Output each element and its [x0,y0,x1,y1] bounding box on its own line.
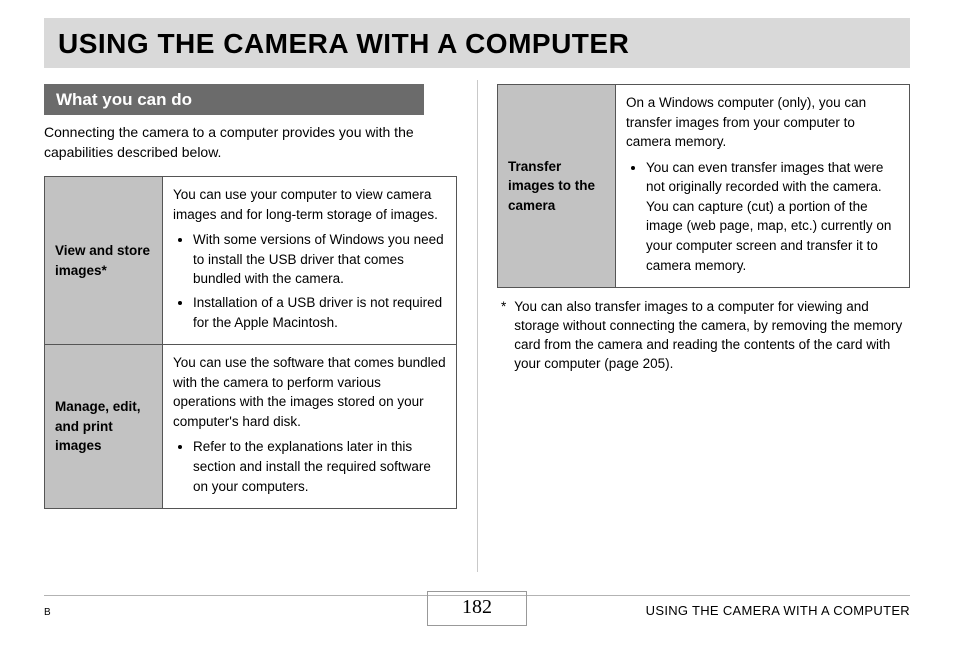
right-column: Transfer images to the camera On a Windo… [497,84,910,509]
bullet-list: With some versions of Windows you need t… [173,230,446,332]
left-column: What you can do Connecting the camera to… [44,84,457,509]
bullet-list: You can even transfer images that were n… [626,158,899,275]
section-intro: Connecting the camera to a computer prov… [44,123,457,162]
table-row: View and store images* You can use your … [45,177,457,345]
cell-label-manage: Manage, edit, and print images [45,345,163,509]
capabilities-table-left: View and store images* You can use your … [44,176,457,509]
table-row: Manage, edit, and print images You can u… [45,345,457,509]
footer-right-text: USING THE CAMERA WITH A COMPUTER [646,603,910,618]
capabilities-table-right: Transfer images to the camera On a Windo… [497,84,910,288]
footnote-text: You can also transfer images to a comput… [514,298,906,374]
column-divider [477,80,478,572]
bullet-list: Refer to the explanations later in this … [173,437,446,496]
manual-page: USING THE CAMERA WITH A COMPUTER What yo… [0,0,954,646]
cell-body-view-store: You can use your computer to view camera… [163,177,457,345]
section-heading: What you can do [44,84,424,115]
list-item: Installation of a USB driver is not requ… [193,293,446,332]
page-number: 182 [427,591,527,626]
cell-label-view-store: View and store images* [45,177,163,345]
page-title-band: USING THE CAMERA WITH A COMPUTER [44,18,910,68]
cell-label-transfer: Transfer images to the camera [498,85,616,288]
footnote: * You can also transfer images to a comp… [497,298,910,374]
footnote-mark: * [501,298,506,374]
list-item: You can even transfer images that were n… [646,158,899,275]
cell-intro-text: On a Windows computer (only), you can tr… [626,95,866,149]
list-item: With some versions of Windows you need t… [193,230,446,289]
page-footer: B 182 USING THE CAMERA WITH A COMPUTER [0,592,954,632]
cell-intro-text: You can use your computer to view camera… [173,187,438,222]
footer-left-mark: B [44,607,51,618]
page-title: USING THE CAMERA WITH A COMPUTER [58,28,896,60]
list-item: Refer to the explanations later in this … [193,437,446,496]
cell-intro-text: You can use the software that comes bund… [173,355,446,429]
cell-body-manage: You can use the software that comes bund… [163,345,457,509]
table-row: Transfer images to the camera On a Windo… [498,85,910,288]
cell-body-transfer: On a Windows computer (only), you can tr… [616,85,910,288]
